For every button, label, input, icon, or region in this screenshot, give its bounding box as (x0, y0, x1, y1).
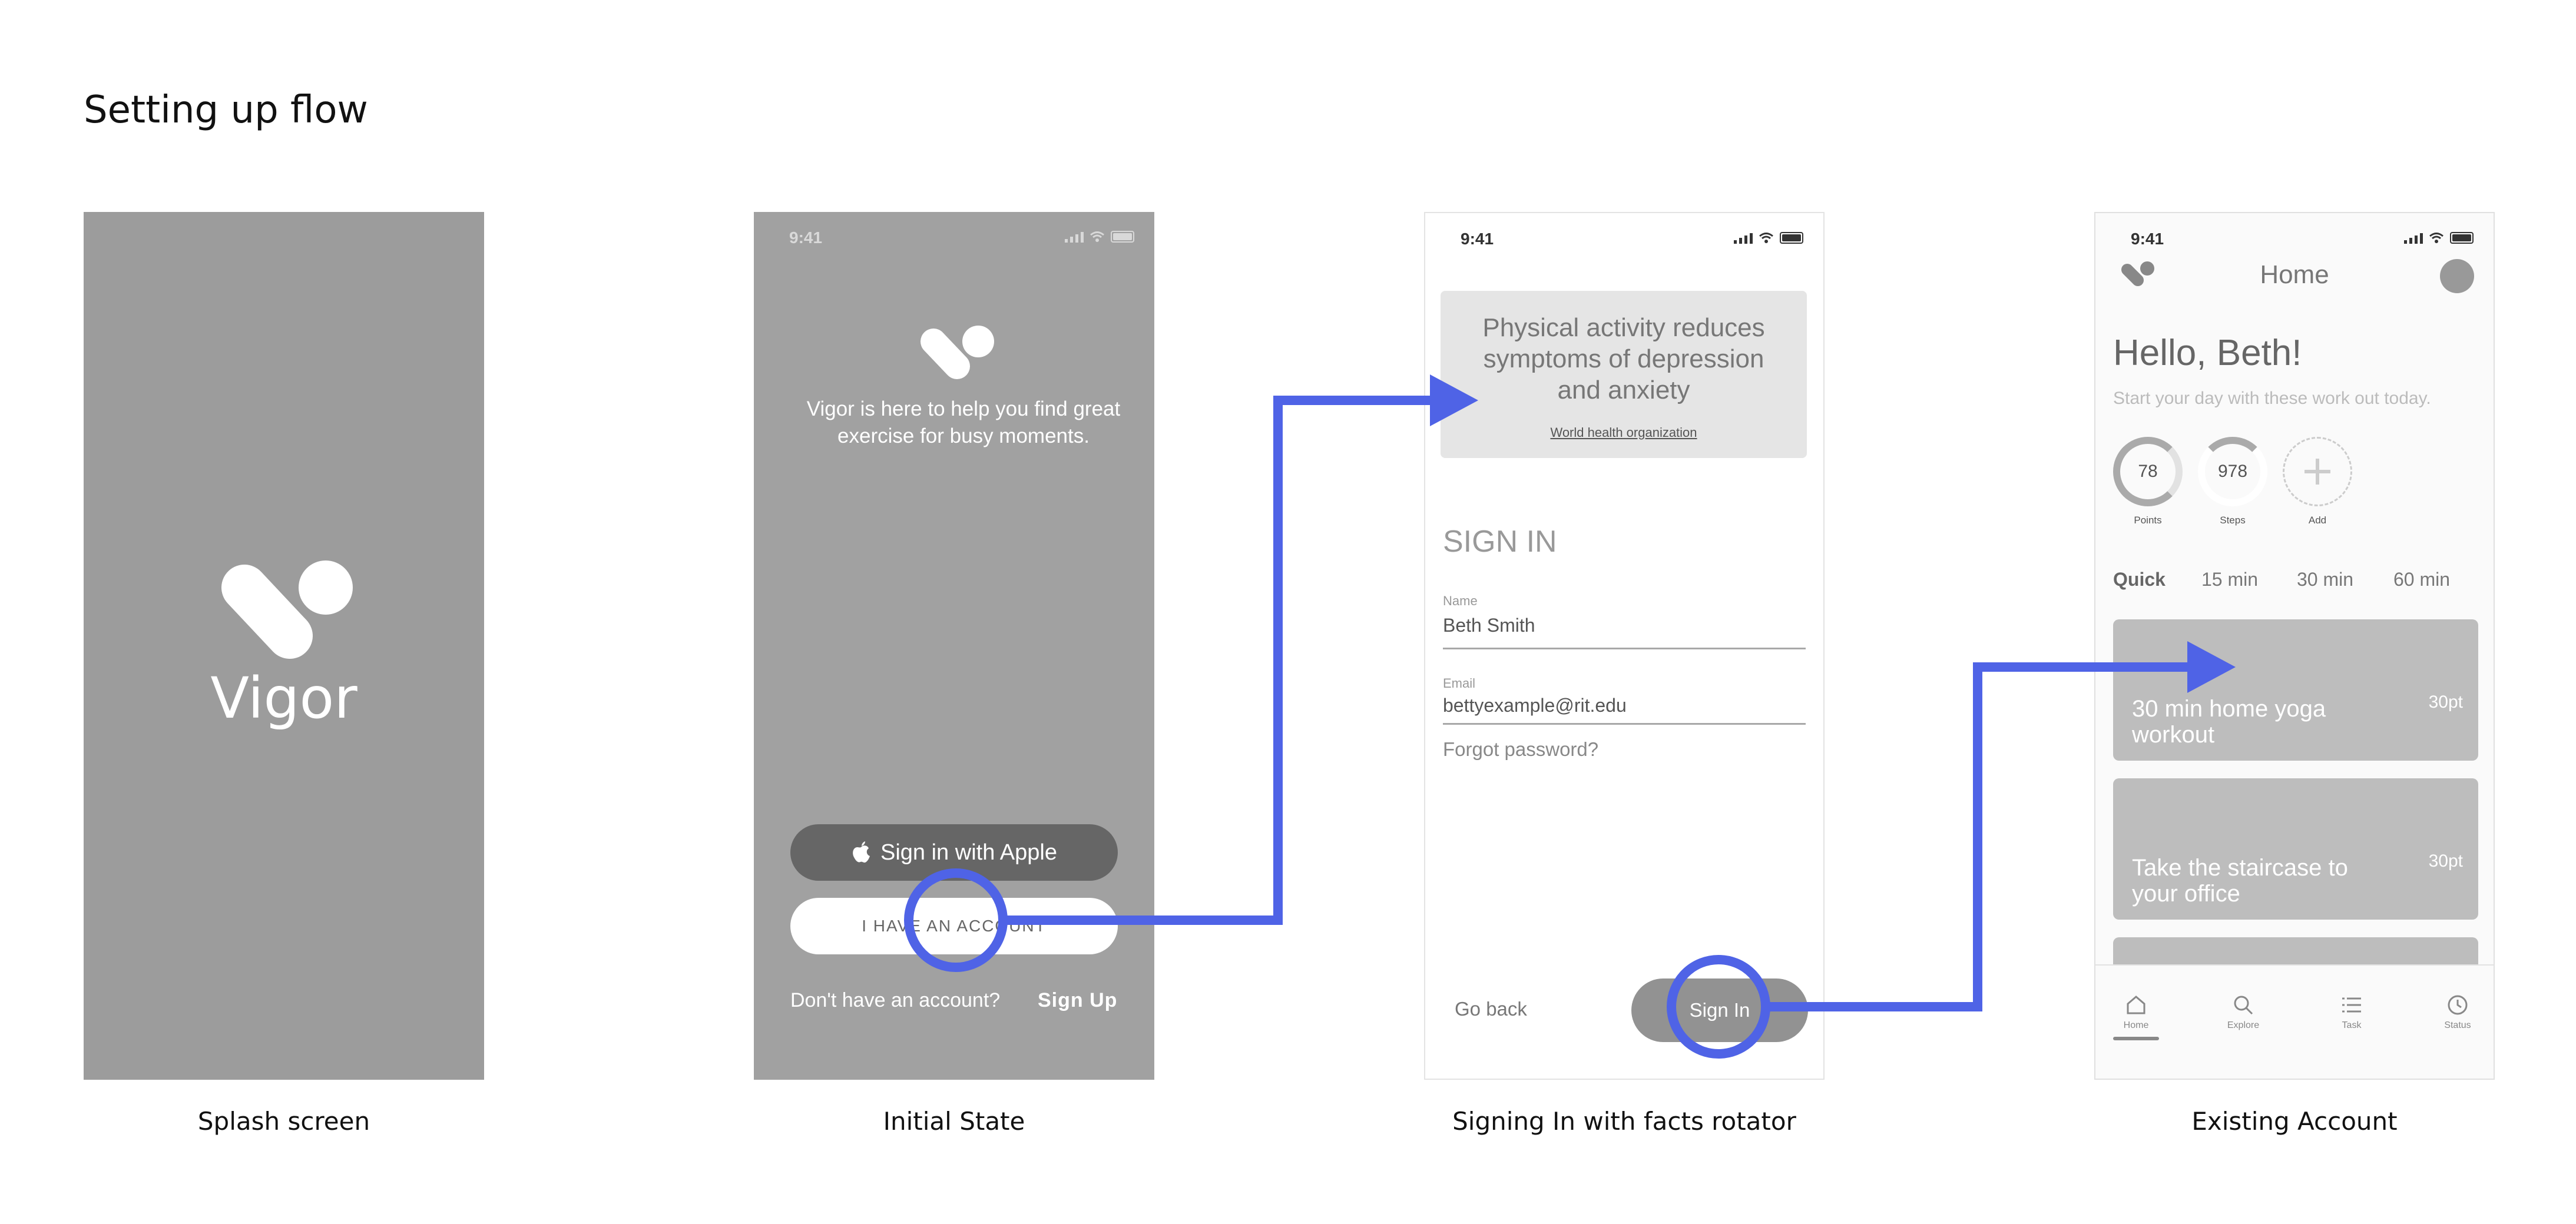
flow-connectors (904, 374, 2236, 1059)
tap-highlight-sign-in-button (1667, 955, 1770, 1059)
arrowhead-icon (2187, 641, 2236, 693)
arrowhead-icon (1430, 374, 1478, 426)
tap-highlight-account-button (904, 868, 1008, 972)
flow-arrow-to-home (1766, 662, 2190, 1011)
flow-arrow-to-sign-in (1003, 396, 1432, 925)
